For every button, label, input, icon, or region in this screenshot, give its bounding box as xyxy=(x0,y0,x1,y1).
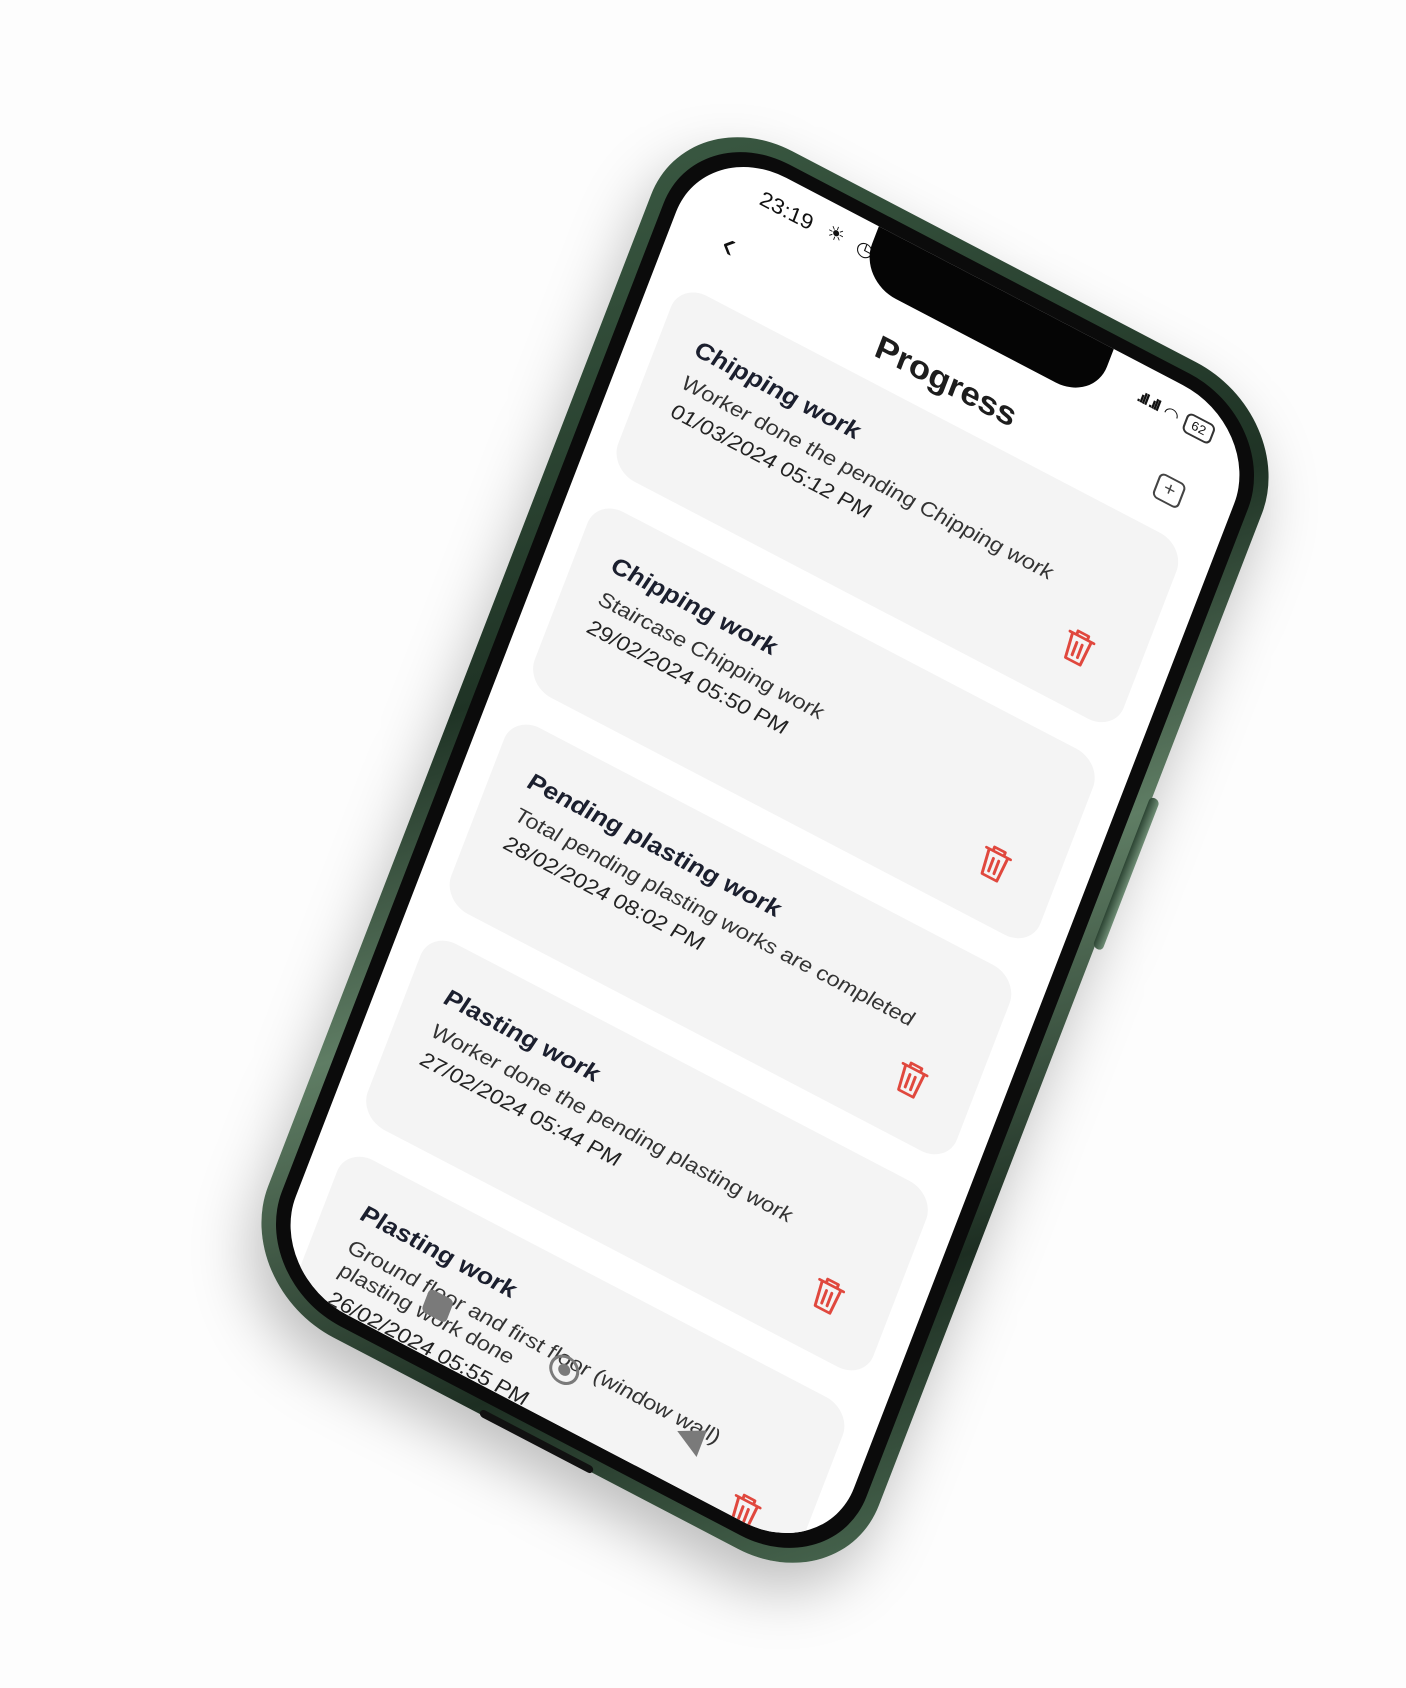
battery-icon: 62 xyxy=(1180,411,1217,446)
phone-screen: 23:19 ☀ ◷ ▣ .ıll .ıll ◠ 62 ‹ Progress + xyxy=(266,135,1264,1565)
signal-icon: .ıll .ıll xyxy=(1134,388,1162,415)
phone-bezel: 23:19 ☀ ◷ ▣ .ıll .ıll ◠ 62 ‹ Progress + xyxy=(248,116,1282,1584)
home-circle-icon[interactable] xyxy=(545,1349,584,1391)
status-time: 23:19 xyxy=(756,186,817,236)
back-triangle-icon[interactable] xyxy=(672,1417,707,1458)
stage: 23:19 ☀ ◷ ▣ .ıll .ıll ◠ 62 ‹ Progress + xyxy=(0,0,1406,1688)
wifi-icon: ◠ xyxy=(1160,400,1183,427)
recents-square-icon[interactable] xyxy=(420,1287,455,1324)
phone-frame: 23:19 ☀ ◷ ▣ .ıll .ıll ◠ 62 ‹ Progress + xyxy=(230,97,1300,1603)
progress-list: Chipping work Worker done the pending Ch… xyxy=(266,282,1187,1565)
